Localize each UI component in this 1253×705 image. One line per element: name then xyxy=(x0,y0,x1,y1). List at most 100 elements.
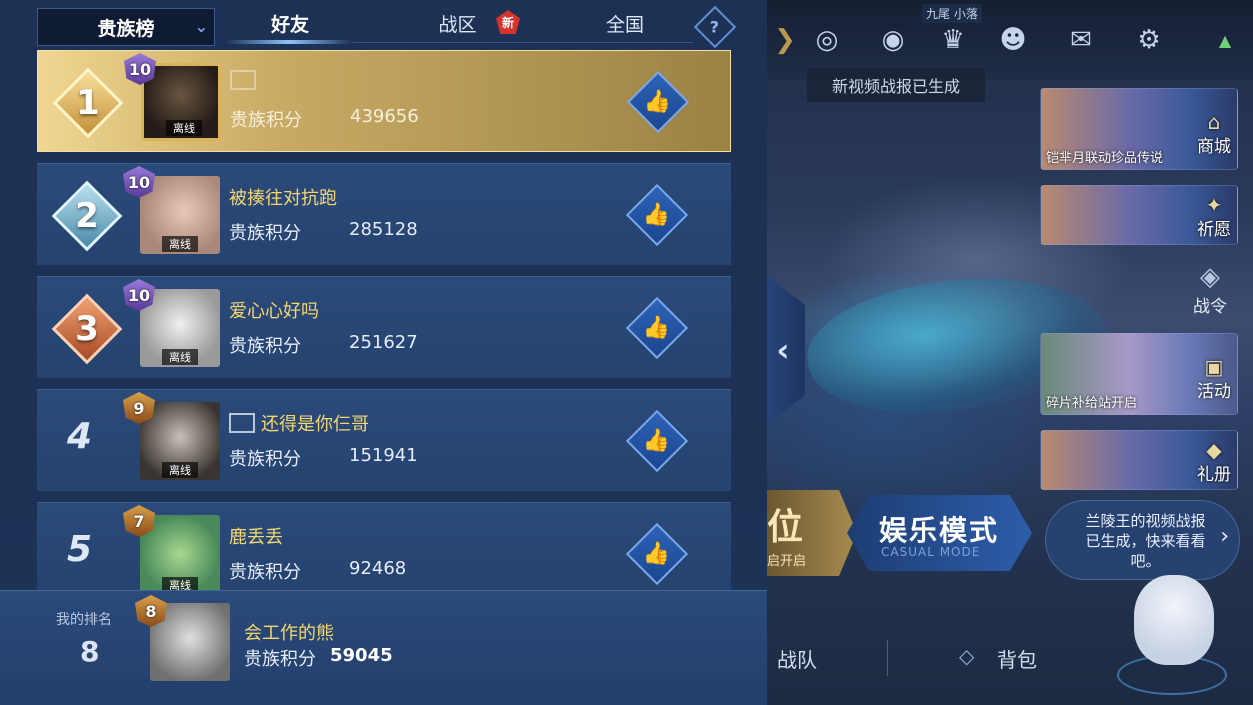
rank-number: 3 xyxy=(75,309,99,349)
like-button[interactable]: 👍 xyxy=(626,70,690,134)
rank-number: 4 xyxy=(67,416,93,457)
trophy-icon[interactable]: ♛ xyxy=(935,22,971,58)
like-button[interactable]: 👍 xyxy=(625,522,689,586)
ranked-subtitle: 启开启 xyxy=(767,554,807,569)
thumbs-up-icon: 👍 xyxy=(643,541,671,567)
level-number: 9 xyxy=(133,398,145,418)
chevron-down-icon: ⌄ xyxy=(194,17,208,36)
score-value: 439656 xyxy=(350,106,419,127)
level-badge: 7 xyxy=(119,503,159,539)
casual-mode-button[interactable]: 娱乐模式 CASUAL MODE xyxy=(847,495,1032,571)
eye-icon[interactable]: ◉ xyxy=(875,22,911,58)
shop-card[interactable]: 铠芈月联动珍品传说 ⌂ 商城 xyxy=(1040,88,1238,170)
score-value: 92468 xyxy=(349,558,407,579)
my-score-value: 59045 xyxy=(330,645,393,666)
level-badge: 10 xyxy=(119,164,159,200)
noble-frame-icon xyxy=(229,413,255,433)
event-icon: ▣ xyxy=(1204,355,1224,379)
rank-number: 5 xyxy=(67,529,93,570)
nav-team[interactable]: 战队 xyxy=(777,644,817,673)
battle-pass-label: 战令 xyxy=(1193,297,1227,317)
my-rank-label: 我的排名 xyxy=(56,612,112,628)
player-name-text: 还得是你仨哥 xyxy=(261,414,369,435)
like-button[interactable]: 👍 xyxy=(625,183,689,247)
gear-icon[interactable]: ⚙ xyxy=(1131,22,1167,58)
chevron-right-icon: › xyxy=(1220,524,1229,549)
score-label: 贵族积分 xyxy=(230,110,302,131)
bronze-rank-badge: 3 xyxy=(51,293,123,365)
bubble-text: 兰陵王的视频战报已生成，快来看看吧。 xyxy=(1085,512,1206,570)
server-label: 九尾 小落 xyxy=(922,4,982,23)
shop-caption: 铠芈月联动珍品传说 xyxy=(1046,151,1164,166)
shop-icon: ⌂ xyxy=(1207,110,1221,134)
status-offline: 离线 xyxy=(162,462,198,478)
thumbs-up-icon: 👍 xyxy=(643,428,671,454)
rank-number: 1 xyxy=(76,83,100,123)
wish-icon: ✦ xyxy=(1205,193,1223,217)
mail-icon[interactable]: ✉ xyxy=(1063,22,1099,58)
score-label: 贵族积分 xyxy=(229,449,301,470)
partial-icon: ❯ xyxy=(774,25,796,55)
score-label: 贵族积分 xyxy=(229,562,301,583)
score-value: 285128 xyxy=(349,219,418,240)
nav-bag[interactable]: 背包 xyxy=(997,644,1037,673)
thumbs-up-icon: 👍 xyxy=(643,202,671,228)
toast-message: 新视频战报已生成 xyxy=(807,68,985,102)
gift-card[interactable]: ◆ 礼册 xyxy=(1040,430,1238,490)
level-badge: 10 xyxy=(120,51,160,87)
rank-row[interactable]: 5 离线 7 鹿丢丢 贵族积分 92468 👍 xyxy=(37,502,731,590)
event-card[interactable]: 碎片补给站开启 ▣ 活动 xyxy=(1040,333,1238,415)
level-badge: 10 xyxy=(119,277,159,313)
my-level-badge: 8 xyxy=(131,593,171,629)
rank-number: 2 xyxy=(75,196,99,236)
ranking-panel: 贵族榜 ⌄ 好友 战区 新 全国 ? 1 离线 10 贵族积分 439656 👍 xyxy=(0,0,767,705)
event-caption: 碎片补给站开启 xyxy=(1046,396,1138,411)
thumbs-up-icon: 👍 xyxy=(644,89,672,115)
lobby-background: 九尾 小落 ❯ ◎ ◉ ♛ ☻ ✉ ⚙ ▲ 新视频战报已生成 铠芈月联动珍品传说… xyxy=(767,0,1253,705)
friends-icon[interactable]: ☻ xyxy=(995,22,1031,58)
target-icon[interactable]: ◎ xyxy=(809,22,845,58)
wish-label: 祈愿 xyxy=(1197,220,1231,240)
score-value: 251627 xyxy=(349,332,418,353)
ranked-title: 位 xyxy=(767,507,804,548)
video-report-bubble[interactable]: 兰陵王的视频战报已生成，快来看看吧。 › xyxy=(1045,500,1240,580)
gold-rank-badge: 1 xyxy=(52,67,124,139)
battle-pass-button[interactable]: ◈ 战令 xyxy=(1180,262,1240,317)
shop-label: 商城 xyxy=(1197,137,1231,157)
bag-icon: ◇ xyxy=(959,644,975,668)
silver-rank-badge: 2 xyxy=(51,180,123,252)
collapse-panel-button[interactable]: ‹ xyxy=(767,275,805,425)
status-offline: 离线 xyxy=(162,577,198,590)
dropdown-label: 贵族榜 xyxy=(97,17,155,40)
battle-pass-icon: ◈ xyxy=(1200,262,1220,292)
level-number: 10 xyxy=(127,285,151,305)
status-offline: 离线 xyxy=(166,120,202,136)
rank-row[interactable]: 3 离线 10 爱心心好吗 贵族积分 251627 👍 xyxy=(37,276,731,378)
leaderboard-dropdown[interactable]: 贵族榜 ⌄ xyxy=(37,8,215,46)
status-offline: 离线 xyxy=(162,236,198,252)
like-button[interactable]: 👍 xyxy=(625,409,689,473)
event-label: 活动 xyxy=(1197,382,1231,402)
bottom-nav: 战队 ◇ 背包 xyxy=(767,630,1253,686)
score-value: 151941 xyxy=(349,445,418,466)
thumbs-up-icon: 👍 xyxy=(643,315,671,341)
nav-divider xyxy=(887,640,888,676)
gift-label: 礼册 xyxy=(1197,465,1231,485)
score-label: 贵族积分 xyxy=(229,336,301,357)
active-tab-indicator xyxy=(225,40,353,44)
rank-row[interactable]: 1 离线 10 贵族积分 439656 👍 xyxy=(37,50,731,152)
level-badge: 9 xyxy=(119,390,159,426)
help-button[interactable]: ? xyxy=(693,5,737,49)
like-button[interactable]: 👍 xyxy=(625,296,689,360)
rank-row[interactable]: 2 离线 10 被揍往对抗跑 贵族积分 285128 👍 xyxy=(37,163,731,265)
my-name: 会工作的熊 xyxy=(244,623,334,644)
tab-region[interactable]: 战区 xyxy=(425,10,490,46)
player-name: 鹿丢丢 xyxy=(229,527,283,548)
wish-card[interactable]: ✦ 祈愿 xyxy=(1040,185,1238,245)
help-icon: ? xyxy=(710,17,720,37)
my-rank-number: 8 xyxy=(80,635,100,668)
ranked-mode-button[interactable]: 位 启开启 xyxy=(767,490,857,576)
tab-national[interactable]: 全国 xyxy=(590,10,660,46)
my-score-label: 贵族积分 xyxy=(244,649,316,670)
rank-row[interactable]: 4 离线 9 还得是你仨哥 贵族积分 151941 👍 xyxy=(37,389,731,491)
